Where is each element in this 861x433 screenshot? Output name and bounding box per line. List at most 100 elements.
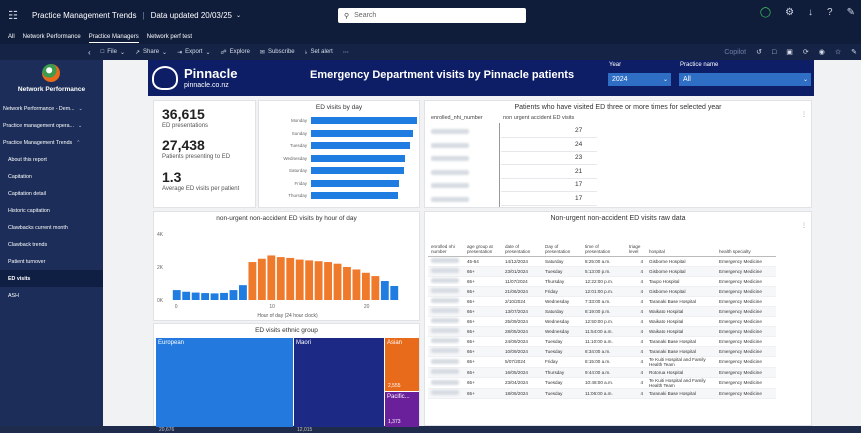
table-row[interactable]: 65+ 23/04/2024 Tuesday 10:48:00 a.m. 4 Te Kui…: [428, 377, 776, 389]
sidebar-item[interactable]: Capitation: [0, 168, 103, 185]
column-header[interactable]: Day of presentation: [542, 234, 582, 257]
more-options-icon[interactable]: ⋮: [801, 222, 807, 229]
treemap-maori[interactable]: Maori 12,015: [294, 338, 384, 433]
nav-network-performance[interactable]: Network Performance: [23, 32, 81, 42]
table-row[interactable]: 65+ 18/06/2024 Tuesday 11:06:00 a.m. 4 Tarana…: [428, 388, 776, 399]
reset-icon[interactable]: ↺: [756, 48, 762, 56]
comment-icon[interactable]: ◉: [819, 48, 825, 56]
hour-bar[interactable]: [239, 285, 247, 300]
ed-visits-by-day-chart[interactable]: ED visits by day Monday Sunday Tuesday Wedn…: [258, 100, 420, 208]
col-visits-header[interactable]: non urgent accident ED visits: [503, 115, 574, 121]
hour-bar[interactable]: [324, 262, 332, 300]
column-header[interactable]: hospital: [646, 234, 716, 257]
chevron-down-icon[interactable]: ⌄: [236, 12, 241, 19]
hour-bar[interactable]: [380, 281, 389, 300]
file-menu[interactable]: □ File ⌄: [101, 49, 125, 56]
hour-bar[interactable]: [248, 262, 257, 300]
nav-practice-managers[interactable]: Practice Managers: [88, 32, 139, 43]
sidebar-item[interactable]: Historic capitation: [0, 202, 103, 219]
hour-bar[interactable]: [343, 267, 351, 300]
hour-bar[interactable]: [201, 293, 210, 300]
treemap-asian[interactable]: Asian 2,555: [385, 338, 419, 391]
hour-bar[interactable]: [352, 269, 361, 300]
hour-of-day-chart[interactable]: non-urgent non-accident ED visits by hou…: [153, 211, 420, 321]
day-bar[interactable]: [311, 154, 406, 162]
sidebar-item[interactable]: Clawback trends: [0, 236, 103, 253]
practice-slicer[interactable]: All ⌄: [679, 73, 811, 86]
search-input[interactable]: ⚲ Search: [338, 8, 526, 23]
table-row[interactable]: 65+ 11/07/2024 Thursday 12:22:00 p.m. 4 Taupo…: [428, 276, 776, 287]
column-header[interactable]: enrolled nhi number: [428, 234, 464, 257]
copilot-button[interactable]: Copilot: [724, 49, 746, 56]
collapse-pane-icon[interactable]: ‹: [88, 48, 91, 57]
download-icon[interactable]: ↓: [808, 7, 813, 18]
table-row[interactable]: 45-64 14/12/2024 Saturday 8:25:00 a.m. 4 Gisb…: [428, 256, 776, 267]
refresh-icon[interactable]: ⟳: [803, 48, 809, 56]
hour-bar[interactable]: [210, 293, 219, 300]
table-row[interactable]: 65+ 2/10/2024 Wednesday 7:33:00 a.m. 4 Tarana…: [428, 296, 776, 307]
hour-bar[interactable]: [390, 285, 399, 300]
column-header[interactable]: time of presentation: [582, 234, 626, 257]
hour-bar[interactable]: [172, 290, 181, 300]
column-header[interactable]: health specialty: [716, 234, 776, 257]
star-icon[interactable]: ☆: [835, 48, 841, 56]
sidebar-item[interactable]: ED visits: [0, 270, 103, 287]
app-launcher-icon[interactable]: ☷: [0, 9, 26, 22]
hour-bar[interactable]: [229, 290, 238, 300]
hour-bar[interactable]: [295, 259, 304, 300]
share-menu[interactable]: ↗ Share ⌄: [135, 49, 167, 56]
day-bar[interactable]: [311, 192, 398, 199]
raw-data-table[interactable]: Non-urgent non-accident ED visits raw da…: [424, 211, 812, 426]
nav-network-perf-test[interactable]: Network perf test: [147, 32, 192, 42]
hour-bar[interactable]: [361, 272, 370, 300]
hour-bar[interactable]: [220, 292, 228, 300]
bookmark-icon[interactable]: □: [772, 49, 776, 56]
notification-icon[interactable]: ◯: [760, 7, 771, 18]
sidebar-item[interactable]: Clawbacks current month: [0, 219, 103, 236]
gear-icon[interactable]: ⚙: [785, 7, 794, 18]
sidebar-item[interactable]: Capitation detail: [0, 185, 103, 202]
sidebar-item[interactable]: About this report: [0, 151, 103, 168]
export-menu[interactable]: ⇥ Export ⌄: [177, 49, 210, 56]
sidebar-item[interactable]: Practice Management Trends ⌃: [0, 134, 103, 151]
subscribe-button[interactable]: ✉ Subscribe: [260, 49, 295, 56]
sidebar-item[interactable]: Network Performance - Dem... ⌄: [0, 100, 103, 117]
day-bar[interactable]: [311, 117, 417, 124]
column-header[interactable]: date of presentation: [502, 234, 542, 257]
hour-bar[interactable]: [371, 276, 380, 300]
table-row[interactable]: 65+ 5/07/2024 Friday 8:15:00 a.m. 4 Te Kuiti …: [428, 356, 776, 368]
kpi-card[interactable]: 36,615 ED presentations 27,438 Patients …: [153, 100, 256, 208]
explore-button[interactable]: ☍ Explore: [220, 49, 249, 56]
help-icon[interactable]: ?: [827, 7, 833, 18]
set-alert-button[interactable]: ♭ Set alert: [305, 49, 333, 56]
treemap-pacific[interactable]: Pacific... 1,373: [385, 392, 419, 427]
hour-bar[interactable]: [257, 258, 266, 300]
nav-all[interactable]: All: [8, 32, 15, 42]
column-header[interactable]: triage level: [626, 234, 646, 257]
hour-bar[interactable]: [191, 292, 200, 300]
hour-bar[interactable]: [182, 291, 191, 300]
hour-bar[interactable]: [276, 257, 285, 300]
feedback-icon[interactable]: ✎: [847, 7, 855, 18]
view-icon[interactable]: ▣: [786, 48, 793, 56]
more-options-icon[interactable]: ⋮: [801, 111, 807, 118]
table-row[interactable]: 65+ 21/06/2024 Friday 12:01:00 p.m. 4 Gisborn…: [428, 286, 776, 297]
repeat-patients-table[interactable]: Patients who have visited ED three or mo…: [424, 100, 812, 208]
more-options-button[interactable]: ⋯: [343, 49, 349, 56]
day-bar[interactable]: [311, 179, 399, 187]
table-row[interactable]: 65+ 23/01/2024 Tuesday 5:13:00 p.m. 4 Gisborn…: [428, 266, 776, 277]
sidebar-item[interactable]: ASH: [0, 287, 103, 304]
hour-bar[interactable]: [333, 263, 342, 300]
day-bar[interactable]: [311, 129, 413, 137]
sidebar-item[interactable]: Practice management opera... ⌄: [0, 117, 103, 134]
hour-bar[interactable]: [286, 257, 295, 300]
table-row[interactable]: 65+ 24/09/2024 Tuesday 11:10:00 a.m. 4 Tarana…: [428, 336, 776, 347]
hour-bar[interactable]: [267, 255, 276, 300]
edit-icon[interactable]: ✎: [851, 48, 857, 56]
table-row[interactable]: 65+ 28/05/2024 Wednesday 11:54:00 a.m. 4 Waik…: [428, 326, 776, 337]
ethnic-group-treemap[interactable]: ED visits ethnic group European 20,676 M…: [153, 323, 420, 433]
column-header[interactable]: age group at presentation: [464, 234, 502, 257]
table-row[interactable]: 65+ 25/09/2024 Wednesday 12:50:00 p.m. 4 Waik…: [428, 316, 776, 327]
hour-bar[interactable]: [305, 260, 314, 300]
app-title[interactable]: Practice Management Trends: [32, 11, 137, 20]
